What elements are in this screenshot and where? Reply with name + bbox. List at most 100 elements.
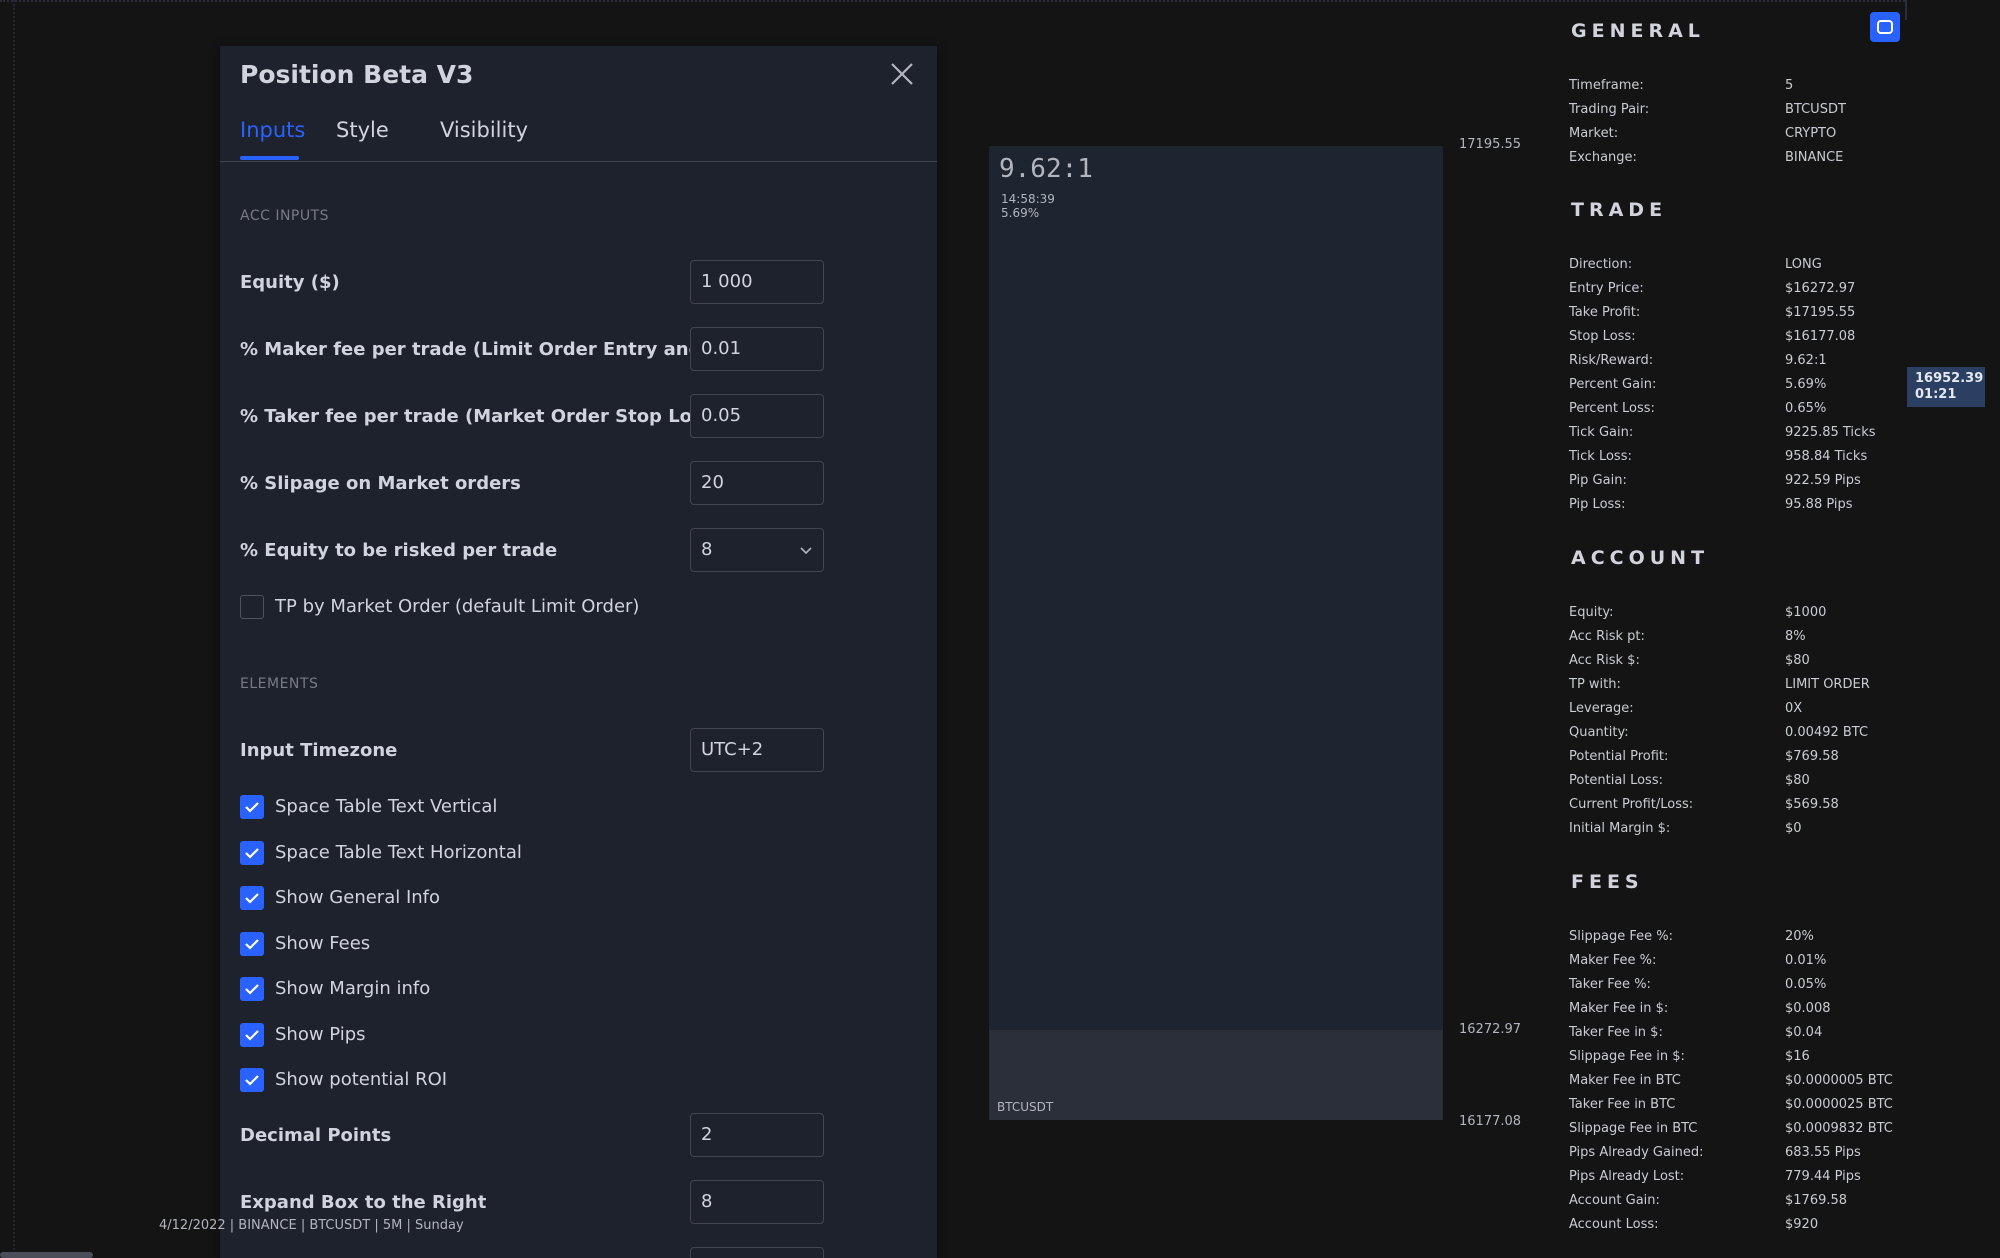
info-key: Slippage Fee in $: xyxy=(1569,1049,1685,1064)
info-key: Tick Loss: xyxy=(1569,449,1632,464)
maker-fee-label: % Maker fee per trade (Limit Order Entry… xyxy=(240,339,755,360)
chart-status-bar: 4/12/2022 | BINANCE | BTCUSDT | 5M | Sun… xyxy=(159,1218,464,1233)
expand-box-label: Expand Box to the Right xyxy=(240,1192,487,1213)
info-key: Current Profit/Loss: xyxy=(1569,797,1694,812)
risk-select[interactable]: 8 xyxy=(690,528,824,572)
slippage-input[interactable]: 20 xyxy=(690,461,824,505)
taker-fee-label: % Taker fee per trade (Market Order Stop… xyxy=(240,406,722,427)
checkmark-icon xyxy=(245,939,259,950)
info-key: Take Profit: xyxy=(1569,305,1641,320)
info-key: Potential Loss: xyxy=(1569,773,1663,788)
info-value: 20% xyxy=(1785,929,1814,944)
horizontal-scrollbar[interactable] xyxy=(0,1252,93,1258)
position-time: 14:58:39 xyxy=(1001,192,1055,206)
info-key: Exchange: xyxy=(1569,150,1637,165)
show-fees-checkbox[interactable] xyxy=(240,932,264,956)
show-general-info-label: Show General Info xyxy=(275,887,441,908)
checkmark-icon xyxy=(245,848,259,859)
risk-select-value: 8 xyxy=(701,539,713,560)
info-key: Maker Fee %: xyxy=(1569,953,1657,968)
account-heading: ACCOUNT xyxy=(1571,547,1710,569)
tab-inputs[interactable]: Inputs xyxy=(240,118,305,142)
position-percent: 5.69% xyxy=(1001,206,1040,220)
info-value: 0.01% xyxy=(1785,953,1827,968)
space-vertical-checkbox[interactable] xyxy=(240,795,264,819)
stop-loss-zone[interactable]: BTCUSDT xyxy=(989,1030,1443,1120)
risk-reward-ratio: 9.62:1 xyxy=(999,154,1093,184)
checkmark-icon xyxy=(245,802,259,813)
info-key: Account Gain: xyxy=(1569,1193,1660,1208)
info-key: Stop Loss: xyxy=(1569,329,1636,344)
section-elements: ELEMENTS xyxy=(240,676,319,692)
info-value: $0.0000005 BTC xyxy=(1785,1073,1893,1088)
expand-box-input[interactable]: 8 xyxy=(690,1180,824,1224)
section-acc-inputs: ACC INPUTS xyxy=(240,208,330,224)
info-value: 95.88 Pips xyxy=(1785,497,1853,512)
tp-market-order-checkbox[interactable] xyxy=(240,595,264,619)
info-key: Equity: xyxy=(1569,605,1614,620)
info-value: $0.0009832 BTC xyxy=(1785,1121,1893,1136)
tab-style[interactable]: Style xyxy=(336,118,389,142)
info-key: Acc Risk $: xyxy=(1569,653,1640,668)
info-value: BINANCE xyxy=(1785,150,1844,165)
close-button[interactable] xyxy=(884,56,920,92)
info-key: Taker Fee in $: xyxy=(1569,1025,1663,1040)
checkmark-icon xyxy=(245,893,259,904)
info-value: BTCUSDT xyxy=(1785,102,1846,117)
info-value: $769.58 xyxy=(1785,749,1839,764)
info-value: $0.0000025 BTC xyxy=(1785,1097,1893,1112)
take-profit-price-label: 17195.55 xyxy=(1459,137,1522,152)
entry-price-label: 16272.97 xyxy=(1459,1022,1522,1037)
trade-heading: TRADE xyxy=(1571,199,1668,221)
space-vertical-label: Space Table Text Vertical xyxy=(275,796,498,817)
info-key: Slippage Fee %: xyxy=(1569,929,1673,944)
info-key: Pips Already Lost: xyxy=(1569,1169,1685,1184)
info-value: $569.58 xyxy=(1785,797,1839,812)
info-key: Direction: xyxy=(1569,257,1633,272)
price-scale-divider xyxy=(1905,0,1907,20)
space-horizontal-checkbox[interactable] xyxy=(240,841,264,865)
zone-symbol-label: BTCUSDT xyxy=(997,1100,1054,1114)
maker-fee-input[interactable]: 0.01 xyxy=(690,327,824,371)
screenshot-button[interactable] xyxy=(1870,12,1900,42)
info-value: 779.44 Pips xyxy=(1785,1169,1861,1184)
info-key: Timeframe: xyxy=(1569,78,1644,93)
decimal-points-input[interactable]: 2 xyxy=(690,1113,824,1157)
info-key: Entry Price: xyxy=(1569,281,1644,296)
info-value: 958.84 Ticks xyxy=(1785,449,1868,464)
info-value: LONG xyxy=(1785,257,1822,272)
info-value: 5 xyxy=(1785,78,1794,93)
info-value: LIMIT ORDER xyxy=(1785,677,1870,692)
info-value: 0X xyxy=(1785,701,1803,716)
info-value: $16272.97 xyxy=(1785,281,1856,296)
tab-visibility[interactable]: Visibility xyxy=(440,118,528,142)
chart-top-border xyxy=(0,0,1905,2)
show-margin-info-checkbox[interactable] xyxy=(240,977,264,1001)
info-key: Taker Fee %: xyxy=(1569,977,1651,992)
timezone-input[interactable]: UTC+2 xyxy=(690,728,824,772)
show-potential-roi-label: Show potential ROI xyxy=(275,1069,448,1090)
show-general-info-checkbox[interactable] xyxy=(240,886,264,910)
show-pips-checkbox[interactable] xyxy=(240,1023,264,1047)
take-profit-zone[interactable]: 9.62:1 14:58:39 5.69% xyxy=(989,146,1443,1030)
timezone-label: Input Timezone xyxy=(240,740,398,761)
info-value: $17195.55 xyxy=(1785,305,1856,320)
info-value: $0 xyxy=(1785,821,1802,836)
stop-price-label: 16177.08 xyxy=(1459,1114,1522,1129)
checkmark-icon xyxy=(245,1075,259,1086)
slippage-label: % Slipage on Market orders xyxy=(240,473,521,494)
info-value: 5.69% xyxy=(1785,377,1827,392)
info-key: Quantity: xyxy=(1569,725,1629,740)
info-key: Pip Gain: xyxy=(1569,473,1627,488)
tp-market-order-label: TP by Market Order (default Limit Order) xyxy=(275,596,640,617)
equity-input[interactable]: 1 000 xyxy=(690,260,824,304)
info-key: Acc Risk pt: xyxy=(1569,629,1645,644)
show-potential-roi-checkbox[interactable] xyxy=(240,1068,264,1092)
next-input-partial[interactable] xyxy=(690,1247,824,1258)
active-tab-indicator xyxy=(240,156,299,160)
show-margin-info-label: Show Margin info xyxy=(275,978,431,999)
info-value: $0.04 xyxy=(1785,1025,1823,1040)
frame-icon xyxy=(1877,20,1893,34)
taker-fee-input[interactable]: 0.05 xyxy=(690,394,824,438)
info-value: 683.55 Pips xyxy=(1785,1145,1861,1160)
